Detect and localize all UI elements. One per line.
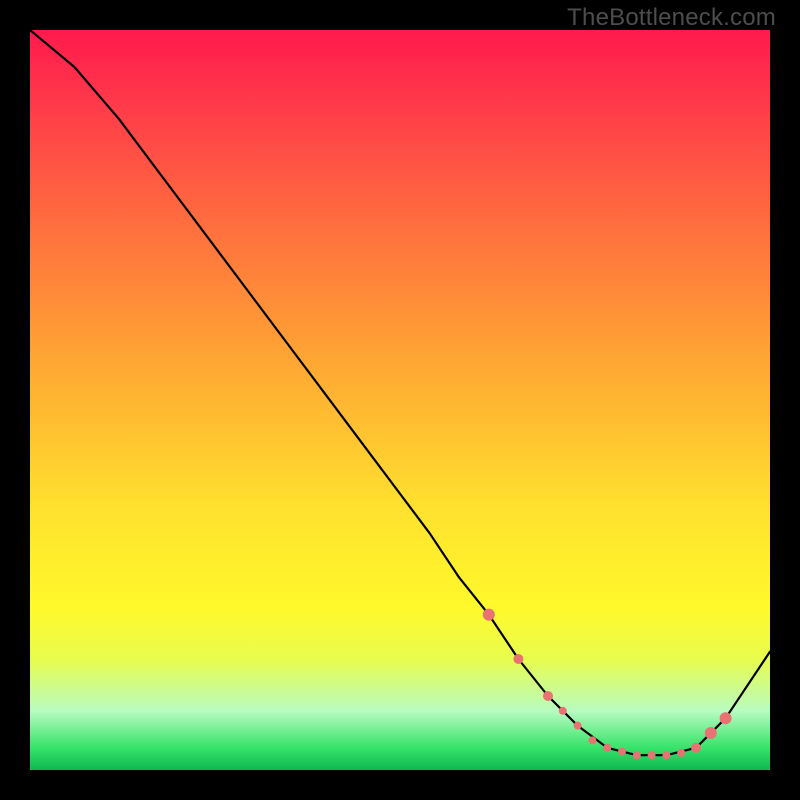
chart-frame: TheBottleneck.com — [0, 0, 800, 800]
highlight-point — [483, 609, 495, 621]
bottleneck-curve — [30, 30, 770, 755]
highlight-point — [633, 751, 641, 759]
highlight-point — [618, 748, 626, 756]
highlight-point — [603, 744, 611, 752]
curve-svg — [30, 30, 770, 770]
highlight-point — [559, 707, 567, 715]
highlight-point — [574, 722, 582, 730]
highlight-point — [588, 736, 596, 744]
highlight-point — [648, 751, 656, 759]
highlight-point — [691, 743, 701, 753]
highlight-point — [677, 749, 685, 757]
highlight-markers — [483, 609, 732, 760]
attribution-label: TheBottleneck.com — [567, 4, 776, 32]
highlight-point — [543, 691, 553, 701]
highlight-point — [705, 727, 717, 739]
highlight-point — [513, 654, 523, 664]
plot-area — [30, 30, 770, 770]
highlight-point — [720, 712, 732, 724]
highlight-point — [662, 751, 670, 759]
